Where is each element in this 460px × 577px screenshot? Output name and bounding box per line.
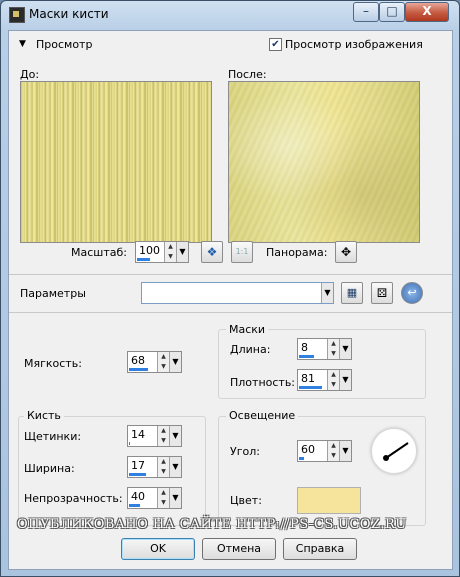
pan-label: Панорама: (266, 246, 328, 259)
divider (9, 312, 452, 313)
bristles-label: Щетинки: (24, 430, 82, 443)
mask-density-label: Плотность: (230, 376, 296, 389)
light-color-swatch[interactable] (297, 487, 361, 514)
color-label: Цвет: (230, 494, 262, 507)
ok-button[interactable]: OK (121, 538, 195, 560)
help-button[interactable]: Справка (283, 538, 357, 560)
reset-icon[interactable]: ↩ (401, 282, 423, 304)
cancel-button[interactable]: Отмена (202, 538, 276, 560)
mask-length-label: Длина: (230, 343, 271, 356)
zoom-spinbox[interactable]: 100 ▲ ▼ ▼ (135, 241, 189, 263)
mask-density-level-bar (299, 386, 322, 389)
preview-section-label[interactable]: Просмотр (36, 38, 92, 51)
angle-value: 60 (301, 443, 315, 456)
random-dice-icon[interactable]: ⚄ (371, 282, 393, 304)
opacity-label: Непрозрачность: (24, 492, 123, 505)
dialog-window: Маски кисти – □ X ▼ Просмотр ✔ Просмотр … (0, 0, 460, 577)
mask-length-spin-arrows-icon[interactable]: ▲ ▼ (327, 339, 339, 359)
bristles-spin-arrows-icon[interactable]: ▲ ▼ (157, 426, 169, 446)
show-preview-checkbox[interactable]: ✔ (269, 38, 282, 51)
bristles-value: 14 (131, 428, 145, 441)
masks-group-label: Маски (226, 323, 269, 336)
watermark-text: ОПУБЛИКОВАНО НА САЙТЕ HTTP://PS-CS.UCOZ.… (17, 517, 407, 532)
after-preview-image[interactable] (228, 81, 420, 243)
mask-length-dropdown-arrow-icon[interactable]: ▼ (339, 339, 351, 359)
softness-level-bar (129, 368, 148, 371)
bristles-dropdown-arrow-icon[interactable]: ▼ (169, 426, 181, 446)
mask-length-value: 8 (301, 341, 308, 354)
angle-label: Угол: (230, 445, 260, 458)
zoom-level-bar (137, 258, 150, 261)
softness-spin-arrows-icon[interactable]: ▲ ▼ (157, 352, 169, 372)
width-label: Ширина: (24, 462, 75, 475)
pan-move-icon[interactable]: ✥ (335, 241, 357, 263)
angle-dial-needle-icon (383, 442, 409, 461)
minimize-button[interactable]: – (353, 2, 379, 22)
width-level-bar (129, 473, 146, 476)
show-preview-label: Просмотр изображения (285, 38, 423, 51)
zoom-value: 100 (139, 244, 160, 257)
width-spinbox[interactable]: 17 ▲ ▼ ▼ (127, 456, 182, 478)
bristles-spinbox[interactable]: 14 ▲ ▼ ▼ (127, 425, 182, 447)
bristles-level-bar (129, 442, 130, 445)
width-spin-arrows-icon[interactable]: ▲ ▼ (157, 457, 169, 477)
preset-combobox[interactable]: ▼ (141, 282, 334, 304)
actual-size-button[interactable]: 1:1 (231, 241, 253, 263)
maximize-button[interactable]: □ (379, 2, 405, 22)
softness-label: Мягкость: (24, 357, 82, 370)
width-dropdown-arrow-icon[interactable]: ▼ (169, 457, 181, 477)
mask-density-spinbox[interactable]: 81 ▲ ▼ ▼ (297, 369, 352, 391)
presets-label: Параметры (20, 287, 86, 300)
mask-density-spin-arrows-icon[interactable]: ▲ ▼ (327, 370, 339, 390)
softness-spinbox[interactable]: 68 ▲ ▼ ▼ (127, 351, 182, 373)
zoom-to-fit-button[interactable]: ❖ (201, 241, 223, 263)
mask-length-spinbox[interactable]: 8 ▲ ▼ ▼ (297, 338, 352, 360)
mask-length-level-bar (299, 355, 314, 358)
mask-density-value: 81 (301, 372, 315, 385)
width-value: 17 (131, 459, 145, 472)
softness-dropdown-arrow-icon[interactable]: ▼ (169, 352, 181, 372)
softness-value: 68 (131, 354, 145, 367)
opacity-dropdown-arrow-icon[interactable]: ▼ (169, 488, 181, 508)
angle-dial[interactable] (371, 428, 417, 474)
save-preset-icon[interactable]: ▦ (341, 282, 363, 304)
before-preview-image[interactable] (20, 81, 212, 243)
zoom-label: Масштаб: (71, 246, 127, 259)
zoom-spin-arrows-icon[interactable]: ▲ ▼ (164, 242, 176, 262)
opacity-spinbox[interactable]: 40 ▲ ▼ ▼ (127, 487, 182, 509)
angle-spinbox[interactable]: 60 ▲ ▼ ▼ (297, 440, 352, 462)
angle-dropdown-arrow-icon[interactable]: ▼ (339, 441, 351, 461)
after-label: После: (228, 68, 267, 81)
angle-level-bar (299, 457, 304, 460)
brush-group-label: Кисть (24, 409, 64, 422)
title-bar[interactable]: Маски кисти – □ X (1, 1, 459, 29)
window-title: Маски кисти (29, 7, 109, 21)
app-icon (9, 7, 25, 23)
mask-density-dropdown-arrow-icon[interactable]: ▼ (339, 370, 351, 390)
dialog-client-area: ▼ Просмотр ✔ Просмотр изображения До: По… (8, 30, 453, 570)
angle-spin-arrows-icon[interactable]: ▲ ▼ (327, 441, 339, 461)
zoom-dropdown-arrow-icon[interactable]: ▼ (176, 242, 188, 262)
opacity-spin-arrows-icon[interactable]: ▲ ▼ (157, 488, 169, 508)
preset-dropdown-arrow-icon[interactable]: ▼ (321, 283, 333, 303)
close-button[interactable]: X (405, 2, 449, 22)
before-label: До: (20, 68, 40, 81)
divider (9, 274, 452, 275)
opacity-value: 40 (131, 490, 145, 503)
collapse-triangle-icon[interactable]: ▼ (19, 39, 26, 49)
opacity-level-bar (129, 504, 140, 507)
lighting-group-label: Освещение (226, 409, 299, 422)
